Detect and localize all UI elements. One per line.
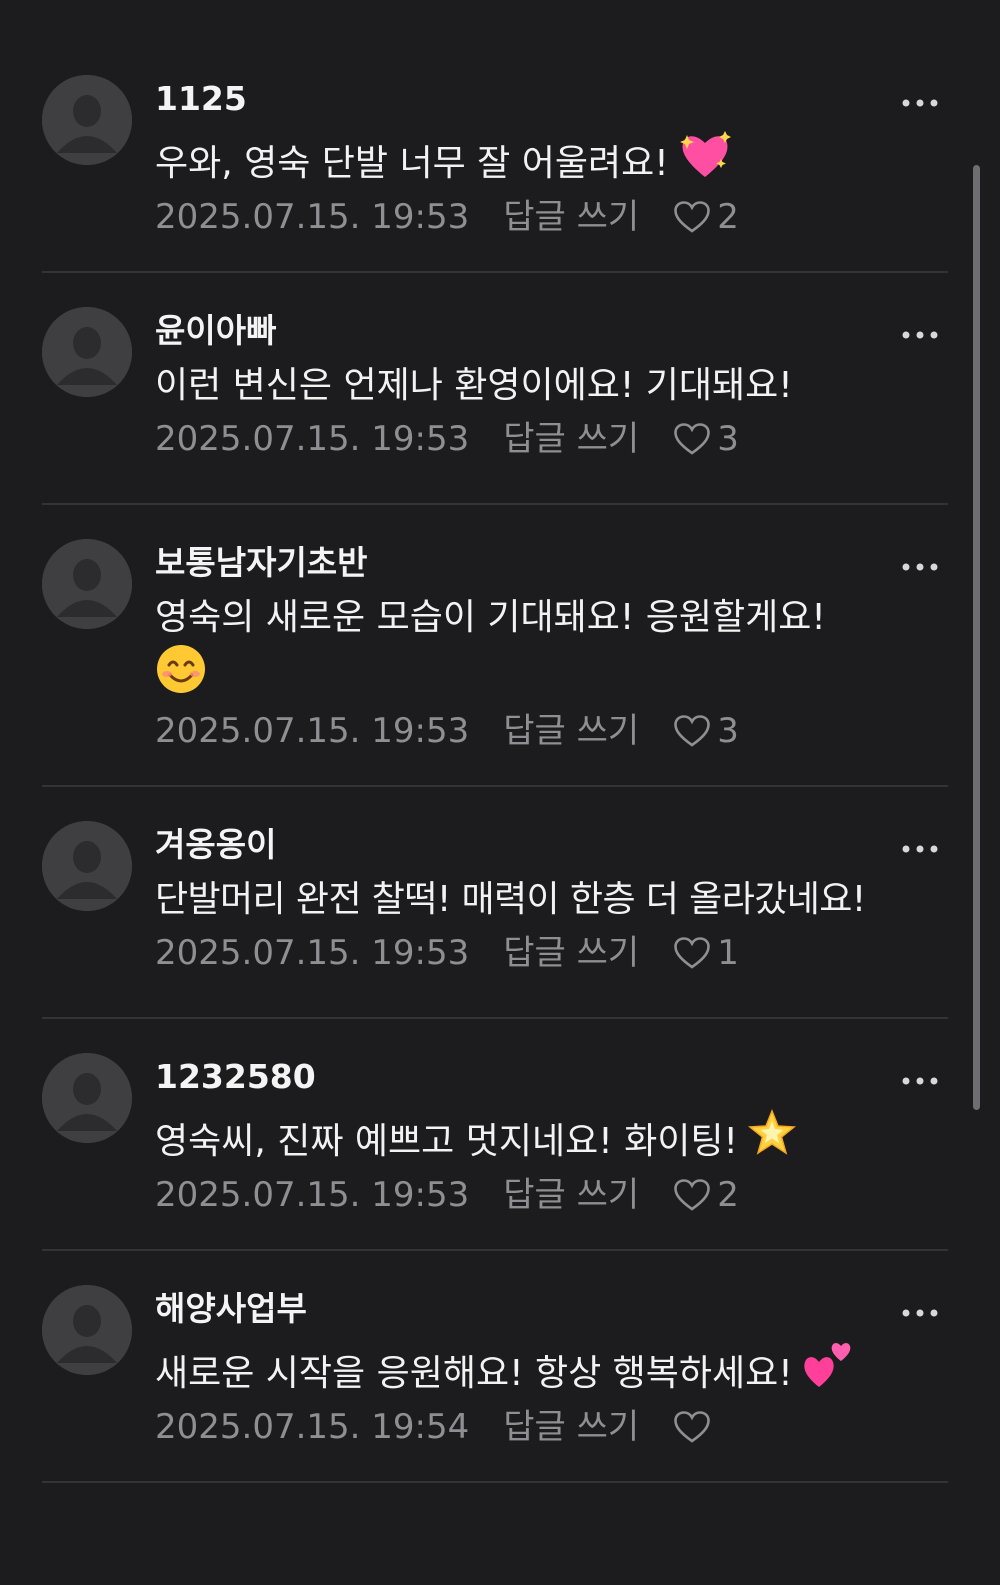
more-options-button[interactable]	[900, 329, 940, 341]
scrollbar[interactable]	[973, 165, 980, 1110]
comment-timestamp: 2025.07.15. 19:53	[155, 197, 470, 237]
comment-text-content: 우와, 영숙 단발 너무 잘 어울려요!	[155, 143, 669, 184]
like-button[interactable]: 3	[673, 417, 739, 461]
comment-divider	[42, 503, 948, 505]
heart-outline-icon	[674, 715, 711, 747]
comment-username[interactable]: 보통남자기초반	[155, 543, 945, 583]
heart-outline-icon	[674, 423, 711, 455]
comment-item: 보통남자기초반 영숙의 새로운 모습이 기대돼요! 응원할게요! 2025.07…	[0, 539, 1000, 785]
comment-divider	[42, 785, 948, 787]
like-button[interactable]: 2	[673, 1173, 739, 1217]
comment-text-content: 이런 변신은 언제나 환영이에요! 기대돼요!	[155, 365, 793, 406]
comment-meta: 2025.07.15. 19:53 답글 쓰기 2	[155, 195, 945, 239]
heart-outline-icon	[674, 201, 711, 233]
avatar[interactable]	[42, 1053, 132, 1143]
comment-body: 겨옹옹이 단발머리 완전 찰떡! 매력이 한층 더 올라갔네요! 2025.07…	[155, 821, 945, 975]
more-options-button[interactable]	[900, 843, 940, 855]
comment-timestamp: 2025.07.15. 19:54	[155, 1407, 470, 1447]
comment-meta: 2025.07.15. 19:54 답글 쓰기	[155, 1405, 945, 1449]
comment-text: 단발머리 완전 찰떡! 매력이 한층 더 올라갔네요!	[155, 875, 945, 925]
default-user-avatar-icon	[42, 75, 132, 165]
comment-meta: 2025.07.15. 19:53 답글 쓰기 3	[155, 709, 945, 753]
comment-list: 1125 우와, 영숙 단발 너무 잘 어울려요! 2025.07.15. 19…	[0, 75, 1000, 1483]
comment-meta: 2025.07.15. 19:53 답글 쓰기 3	[155, 417, 945, 461]
comment-meta: 2025.07.15. 19:53 답글 쓰기 2	[155, 1173, 945, 1217]
avatar[interactable]	[42, 307, 132, 397]
default-user-avatar-icon	[42, 307, 132, 397]
comment-item: 해양사업부 새로운 시작을 응원해요! 항상 행복하세요! 2025.07.15…	[0, 1285, 1000, 1481]
comment-text-content: 단발머리 완전 찰떡! 매력이 한층 더 올라갔네요!	[155, 879, 866, 920]
comment-text: 우와, 영숙 단발 너무 잘 어울려요!	[155, 129, 945, 189]
comment-username[interactable]: 1232580	[155, 1057, 945, 1097]
heart-outline-icon	[674, 1179, 711, 1211]
sparkling-heart-icon	[679, 131, 731, 177]
default-user-avatar-icon	[42, 821, 132, 911]
default-user-avatar-icon	[42, 1285, 132, 1375]
more-options-button[interactable]	[900, 561, 940, 573]
comment-divider	[42, 271, 948, 273]
comment-text-content: 새로운 시작을 응원해요! 항상 행복하세요!	[155, 1353, 793, 1394]
comment-text-content: 영숙씨, 진짜 예쁘고 멋지네요! 화이팅!	[155, 1121, 738, 1162]
comment-body: 1125 우와, 영숙 단발 너무 잘 어울려요! 2025.07.15. 19…	[155, 75, 945, 239]
like-button[interactable]: 3	[673, 709, 739, 753]
like-count: 3	[717, 711, 739, 751]
comment-text: 이런 변신은 언제나 환영이에요! 기대돼요!	[155, 361, 945, 411]
like-button[interactable]: 1	[673, 931, 739, 975]
comment-item: 겨옹옹이 단발머리 완전 찰떡! 매력이 한층 더 올라갔네요! 2025.07…	[0, 821, 1000, 1017]
comment-username[interactable]: 윤이아빠	[155, 311, 945, 351]
comment-divider	[42, 1481, 948, 1483]
comment-timestamp: 2025.07.15. 19:53	[155, 711, 470, 751]
default-user-avatar-icon	[42, 539, 132, 629]
comment-text: 새로운 시작을 응원해요! 항상 행복하세요!	[155, 1339, 945, 1399]
avatar[interactable]	[42, 1285, 132, 1375]
heart-outline-icon	[674, 937, 711, 969]
comment-text: 영숙의 새로운 모습이 기대돼요! 응원할게요!	[155, 593, 945, 703]
like-count: 1	[717, 933, 739, 973]
like-button[interactable]	[673, 1410, 717, 1444]
comment-username[interactable]: 1125	[155, 79, 945, 119]
reply-button[interactable]: 답글 쓰기	[503, 417, 639, 461]
heart-outline-icon	[674, 1411, 711, 1443]
reply-button[interactable]: 답글 쓰기	[503, 1405, 639, 1449]
avatar[interactable]	[42, 75, 132, 165]
reply-button[interactable]: 답글 쓰기	[503, 931, 639, 975]
reply-button[interactable]: 답글 쓰기	[503, 195, 639, 239]
smiling-face-icon	[157, 645, 205, 693]
comment-divider	[42, 1249, 948, 1251]
comment-text-content: 영숙의 새로운 모습이 기대돼요! 응원할게요!	[155, 597, 826, 638]
default-user-avatar-icon	[42, 1053, 132, 1143]
reply-button[interactable]: 답글 쓰기	[503, 1173, 639, 1217]
like-count: 3	[717, 419, 739, 459]
two-hearts-icon	[804, 1343, 850, 1387]
like-count: 2	[717, 197, 739, 237]
glowing-star-icon	[747, 1108, 796, 1155]
comment-body: 해양사업부 새로운 시작을 응원해요! 항상 행복하세요! 2025.07.15…	[155, 1285, 945, 1449]
comment-text: 영숙씨, 진짜 예쁘고 멋지네요! 화이팅!	[155, 1107, 945, 1167]
more-options-button[interactable]	[900, 1075, 940, 1087]
comment-divider	[42, 1017, 948, 1019]
comment-username[interactable]: 해양사업부	[155, 1289, 945, 1329]
more-options-button[interactable]	[900, 1307, 940, 1319]
comment-body: 보통남자기초반 영숙의 새로운 모습이 기대돼요! 응원할게요! 2025.07…	[155, 539, 945, 753]
more-options-button[interactable]	[900, 97, 940, 109]
comment-meta: 2025.07.15. 19:53 답글 쓰기 1	[155, 931, 945, 975]
comment-item: 윤이아빠 이런 변신은 언제나 환영이에요! 기대돼요! 2025.07.15.…	[0, 307, 1000, 503]
comment-username[interactable]: 겨옹옹이	[155, 825, 945, 865]
comment-item: 1232580 영숙씨, 진짜 예쁘고 멋지네요! 화이팅! 2025.07.1…	[0, 1053, 1000, 1249]
comment-timestamp: 2025.07.15. 19:53	[155, 1175, 470, 1215]
avatar[interactable]	[42, 821, 132, 911]
comment-body: 윤이아빠 이런 변신은 언제나 환영이에요! 기대돼요! 2025.07.15.…	[155, 307, 945, 461]
comment-timestamp: 2025.07.15. 19:53	[155, 419, 470, 459]
comment-item: 1125 우와, 영숙 단발 너무 잘 어울려요! 2025.07.15. 19…	[0, 75, 1000, 271]
comment-body: 1232580 영숙씨, 진짜 예쁘고 멋지네요! 화이팅! 2025.07.1…	[155, 1053, 945, 1217]
reply-button[interactable]: 답글 쓰기	[503, 709, 639, 753]
comment-timestamp: 2025.07.15. 19:53	[155, 933, 470, 973]
avatar[interactable]	[42, 539, 132, 629]
like-count: 2	[717, 1175, 739, 1215]
like-button[interactable]: 2	[673, 195, 739, 239]
